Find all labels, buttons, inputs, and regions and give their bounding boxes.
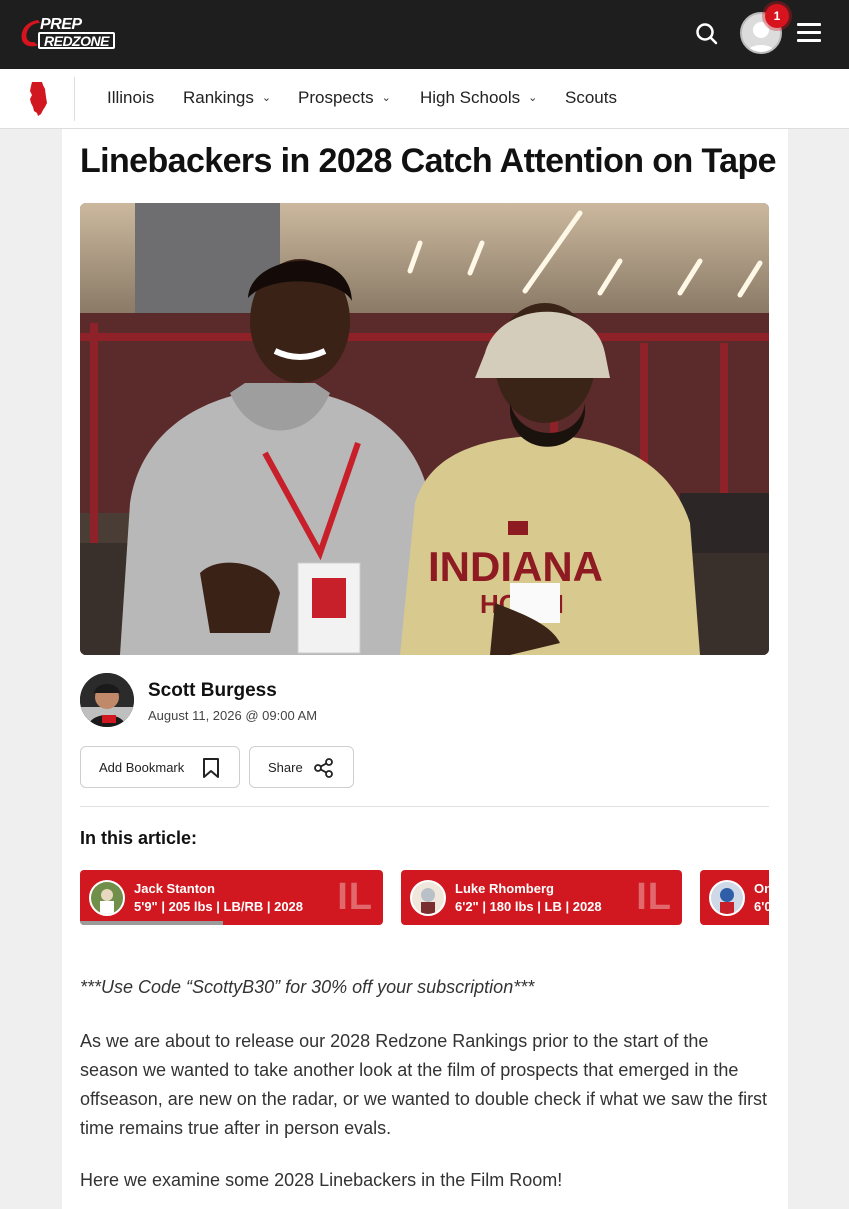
nav-item-scouts[interactable]: Scouts [565,88,617,108]
author-name[interactable]: Scott Burgess [148,680,277,702]
chevron-down-icon: ⌄ [528,92,538,104]
nav-bar: Illinois Rankings ⌄ Prospects ⌄ High Schoo… [0,69,849,129]
nav-item-illinois[interactable]: Illinois [107,88,154,108]
player-avatar [89,880,125,916]
search-icon[interactable] [694,21,720,47]
player-info: 6'0 [754,899,769,914]
player-name: Jack Stanton [134,881,215,896]
nav-label: Prospects [298,88,374,107]
scrollbar-thumb[interactable] [80,921,223,925]
player-avatar [410,880,446,916]
nav-label: High Schools [420,88,521,107]
nav-item-high-schools[interactable]: High Schools ⌄ [420,88,537,108]
player-info: 5'9" | 205 lbs | LB/RB | 2028 [134,899,304,914]
share-button[interactable]: Share [249,746,354,788]
player-name: On [754,881,769,896]
in-this-article-heading: In this article: [80,828,198,848]
hero-photo-illustration: INDIANA HOOSI [80,203,769,655]
chevron-down-icon: ⌄ [381,92,391,104]
bookmark-icon [203,758,219,778]
publish-date: August 11, 2026 @ 09:00 AM [148,708,318,723]
article-hero-image[interactable]: INDIANA HOOSI [80,203,769,655]
author-photo-illustration [80,673,134,727]
player-name: Luke Rhomberg [455,881,554,896]
nav-label: Illinois [107,88,155,107]
hamburger-menu-icon[interactable] [797,23,821,45]
article-paragraph: Here we examine some 2028 Linebackers in… [80,1170,563,1190]
section-divider [80,806,769,807]
player-card-partial[interactable]: On 6'0 [700,870,769,925]
nav-label: Rankings [183,88,254,107]
player-card-luke-rhomberg[interactable]: Luke Rhomberg 6'2" | 180 lbs | LB | 2028… [401,870,682,925]
notification-badge[interactable]: 1 [765,4,789,28]
add-bookmark-label: Add Bookmark [99,760,185,775]
share-label: Share [268,760,303,775]
share-icon [314,758,333,778]
article-paragraph: As we are about to release our 2028 Redz… [80,1031,768,1138]
author-avatar[interactable] [80,673,134,727]
chevron-down-icon: ⌄ [261,92,272,104]
promo-code-text: ***Use Code “ScottyB30” for 30% off your… [80,977,535,997]
player-info: 6'2" | 180 lbs | LB | 2028 [455,899,602,914]
nav-label: Scouts [565,88,617,107]
nav-item-rankings[interactable]: Rankings ⌄ [183,88,271,108]
player-avatar [709,880,745,916]
player-state-badge: IL [337,876,373,918]
add-bookmark-button[interactable]: Add Bookmark [80,746,240,788]
illinois-state-icon[interactable] [28,81,50,117]
article-title: Linebackers in 2028 Catch Attention on T… [80,142,777,180]
nav-divider [74,77,75,121]
nav-item-prospects[interactable]: Prospects ⌄ [298,88,391,108]
top-bar: PREP REDZONE 1 [0,0,849,69]
player-cards-strip[interactable]: Jack Stanton 5'9" | 205 lbs | LB/RB | 20… [80,870,769,926]
strip-scrollbar[interactable] [80,921,383,925]
svg-text:INDIANA: INDIANA [428,543,603,590]
logo-text-redzone: REDZONE [38,32,115,49]
player-card-jack-stanton[interactable]: Jack Stanton 5'9" | 205 lbs | LB/RB | 20… [80,870,383,925]
prep-redzone-logo[interactable]: PREP REDZONE [18,15,118,51]
player-state-badge: IL [636,876,672,918]
